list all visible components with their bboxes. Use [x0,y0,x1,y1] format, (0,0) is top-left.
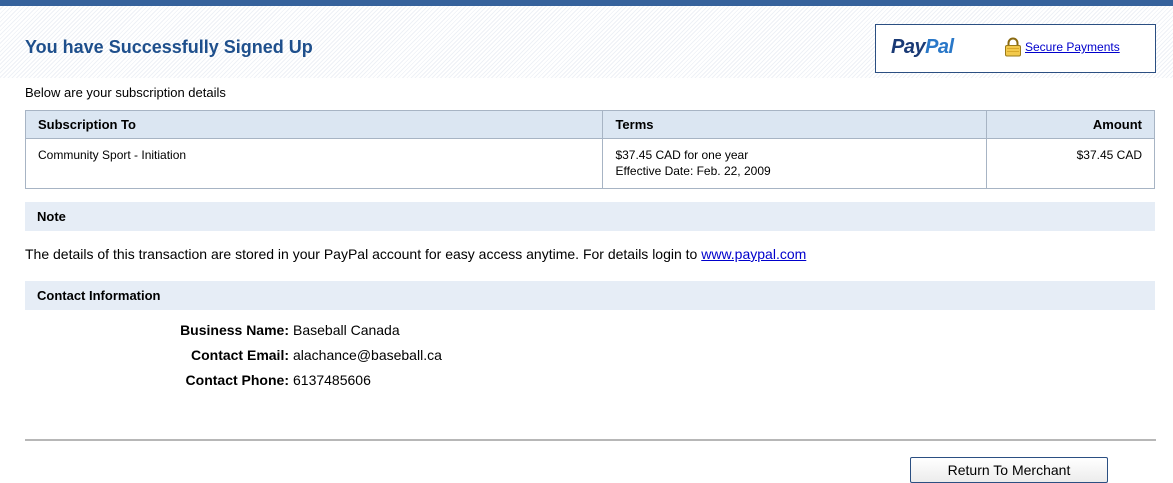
paypal-logo: PayPal [891,36,954,59]
contact-phone-row: Contact Phone: 6137485606 [25,372,371,388]
table-header-row: Subscription To Terms Amount [24,110,1155,139]
subscription-item-cell: Community Sport - Initiation [24,138,604,189]
intro-text: Below are your subscription details [25,85,226,100]
terms-line: $37.45 CAD for one year [615,148,749,162]
paypal-site-link[interactable]: www.paypal.com [701,246,806,262]
note-body: The details of this transaction are stor… [25,246,702,262]
note-heading: Note [25,202,1155,231]
business-name-label: Business Name: [180,322,289,338]
contact-email-row: Contact Email: alachance@baseball.ca [25,347,442,363]
col-header-terms: Terms [602,110,988,139]
table-row: Community Sport - Initiation $37.45 CAD … [24,138,1155,189]
paypal-logo-pal: Pal [925,36,954,58]
paypal-secure-box: PayPal Secure Payments [875,24,1156,73]
contact-email-label: Contact Email: [190,347,289,363]
business-name-row: Business Name: Baseball Canada [25,322,400,338]
note-text: The details of this transaction are stor… [25,246,806,262]
contact-info-heading: Contact Information [25,281,1155,310]
contact-phone-value: 6137485606 [293,372,371,388]
page-title: You have Successfully Signed Up [25,37,313,57]
effective-date: Effective Date: Feb. 22, 2009 [615,164,771,178]
lock-icon [1005,37,1021,57]
amount-cell: $37.45 CAD [986,138,1155,189]
terms-cell: $37.45 CAD for one year Effective Date: … [602,138,988,189]
col-header-amount: Amount [986,110,1155,139]
contact-phone-label: Contact Phone: [185,372,289,388]
return-to-merchant-button[interactable]: Return To Merchant [910,457,1108,483]
col-header-subscription: Subscription To [24,110,604,139]
paypal-logo-pay: Pay [891,36,926,58]
secure-payments-link[interactable]: Secure Payments [1025,40,1120,54]
footer-divider [25,439,1156,441]
subscription-table: Subscription To Terms Amount Community S… [24,110,1155,189]
business-name-value: Baseball Canada [293,322,400,338]
contact-email-value: alachance@baseball.ca [293,347,442,363]
